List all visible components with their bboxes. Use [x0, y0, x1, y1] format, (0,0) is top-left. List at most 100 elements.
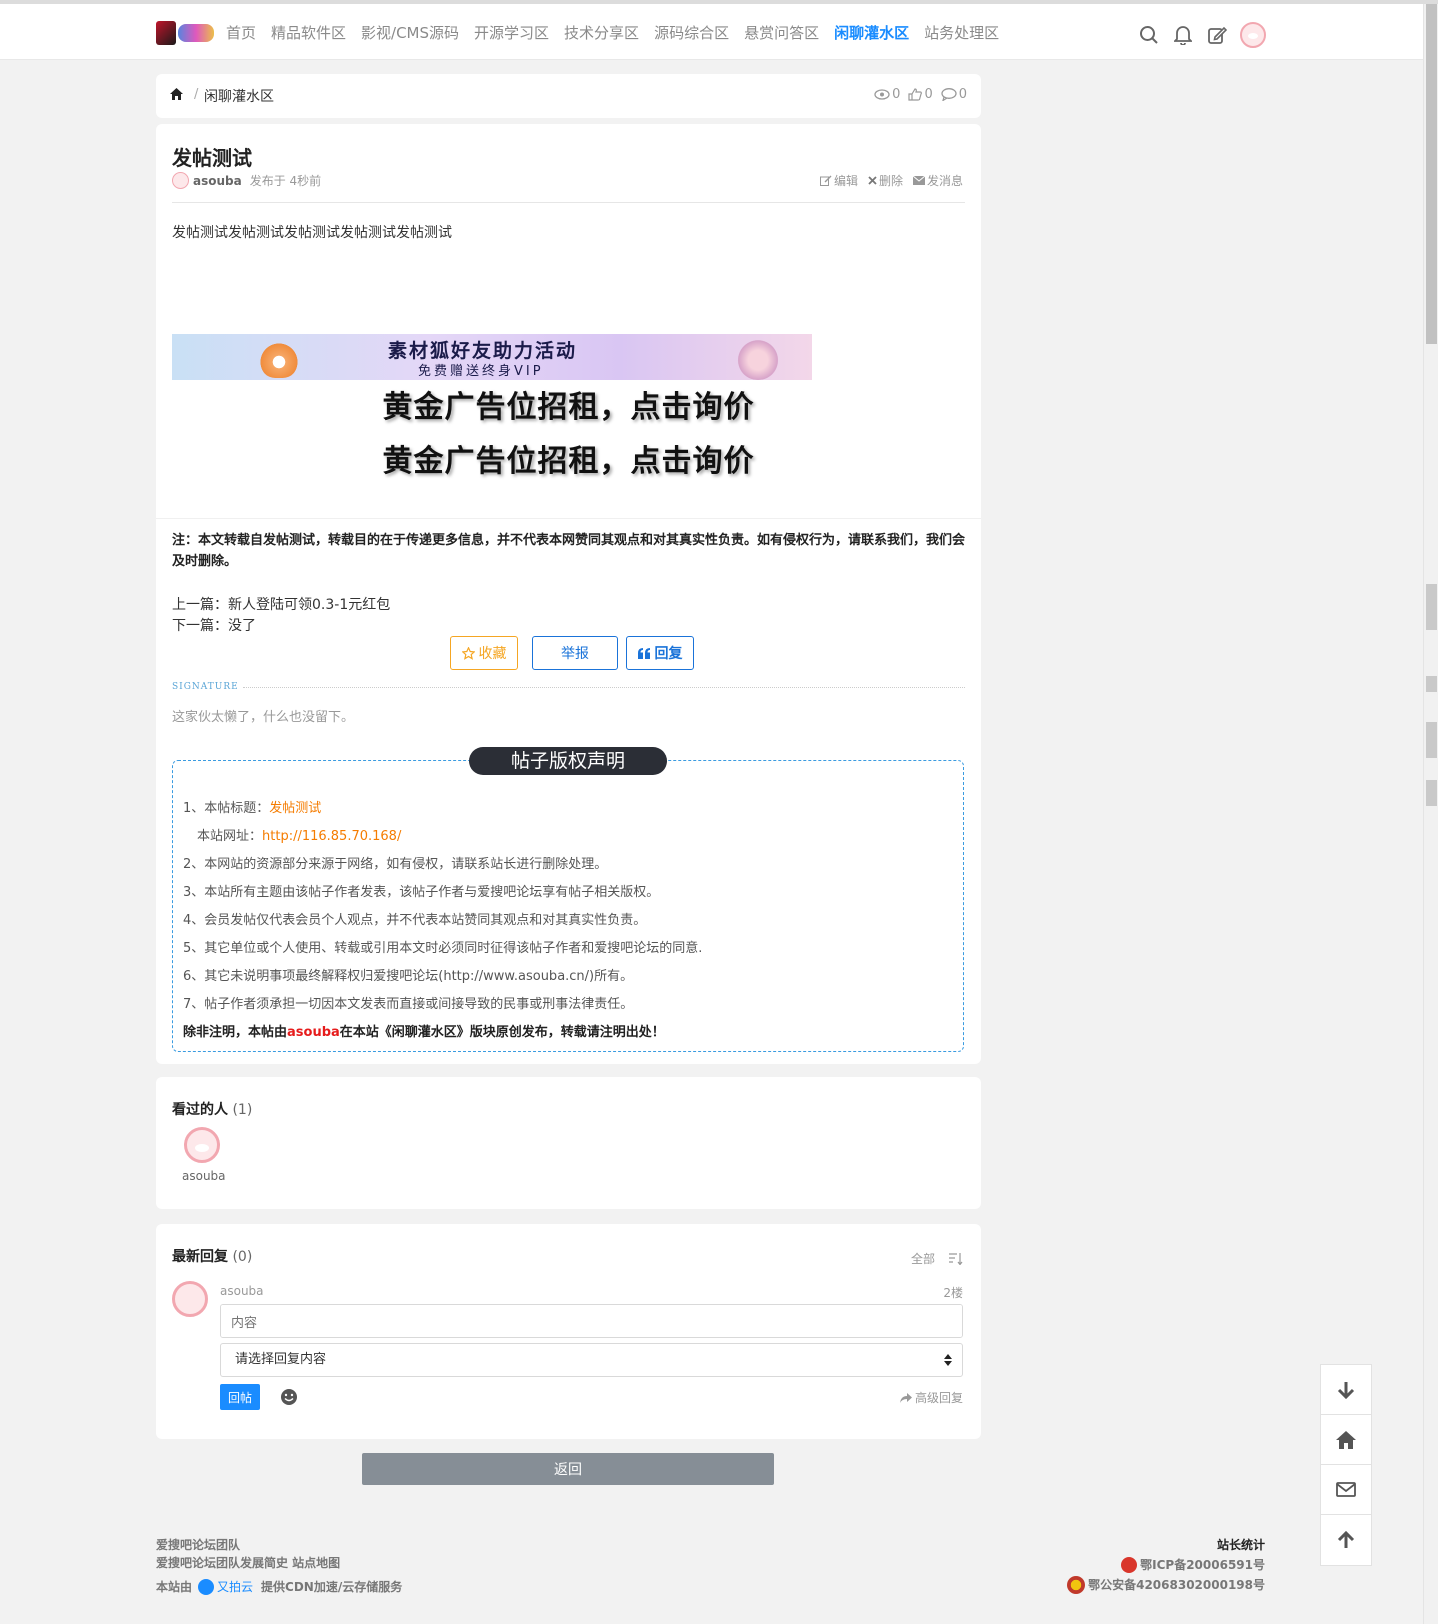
- main-nav: 首页 精品软件区 影视/CMS源码 开源学习区 技术分享区 源码综合区 悬赏问答…: [226, 22, 1014, 44]
- cdn-prefix: 本站由: [156, 1580, 193, 1594]
- nav-site-affairs[interactable]: 站务处理区: [924, 22, 999, 44]
- home-button[interactable]: [1321, 1415, 1371, 1465]
- copyright-final: 除非注明，本帖由asouba在本站《闲聊灌水区》版块原创发布，转载请注明出处！: [183, 1019, 702, 1047]
- reply-content-input[interactable]: [220, 1304, 963, 1338]
- message-link[interactable]: 发消息: [912, 172, 963, 189]
- favorite-button[interactable]: 收藏: [450, 636, 518, 670]
- repost-notice: 注：本文转载自发帖测试，转载目的在于传递更多信息，并不代表本网赞同其观点和对其真…: [172, 533, 966, 569]
- divider: [172, 202, 965, 203]
- nav-cms-source[interactable]: 影视/CMS源码: [361, 22, 459, 44]
- scrollbar-marker: [1426, 780, 1437, 806]
- copyright-title: 帖子版权声明: [469, 747, 667, 775]
- final-text: 在本站《闲聊灌水区》版块原创发布，转载请注明出处！: [339, 1025, 665, 1040]
- scroll-down-button[interactable]: [1321, 1365, 1371, 1415]
- emoji-icon[interactable]: [280, 1388, 298, 1406]
- reply-user-avatar: [172, 1281, 208, 1317]
- nav-software[interactable]: 精品软件区: [271, 22, 346, 44]
- site-stats-link[interactable]: 站长统计: [1067, 1536, 1265, 1554]
- header-tools: [1138, 22, 1266, 48]
- post-meta: asouba 发布于 4秒前: [172, 172, 321, 189]
- scrollbar-marker: [1426, 722, 1437, 758]
- page-scrollbar[interactable]: [1423, 4, 1438, 1624]
- prev-post-link[interactable]: 上一篇：新人登陆可领0.3-1元红包: [172, 594, 390, 614]
- views-count: 0: [892, 87, 901, 102]
- site-url-link[interactable]: http://116.85.70.168/: [262, 829, 401, 844]
- signature-label: SIGNATURE: [172, 682, 239, 692]
- arrow-down-icon: [1337, 1381, 1355, 1399]
- edit-link[interactable]: 编辑: [819, 172, 858, 189]
- nav-home[interactable]: 首页: [226, 22, 256, 44]
- footer-team[interactable]: 爱搜吧论坛团队: [156, 1536, 402, 1554]
- promo-banner[interactable]: 素材狐好友助力活动 免费赠送终身VIP: [172, 334, 812, 380]
- copyright-list: 1、本帖标题：发帖测试 本站网址：http://116.85.70.168/ 2…: [183, 795, 702, 1047]
- ad-slot-1[interactable]: 黄金广告位招租，点击询价: [156, 382, 981, 426]
- nav-source-general[interactable]: 源码综合区: [654, 22, 729, 44]
- author-avatar[interactable]: [172, 172, 189, 189]
- breadcrumb-current[interactable]: 闲聊灌水区: [204, 86, 274, 106]
- likes-stat: 0: [908, 87, 933, 102]
- police-number: 鄂公安备42068302000198号: [1088, 1578, 1265, 1592]
- banner-headline: 素材狐好友助力活动: [388, 340, 578, 362]
- ad-slot-2[interactable]: 黄金广告位招租，点击询价: [156, 436, 981, 480]
- edit-icon[interactable]: [1206, 24, 1228, 46]
- viewer-avatar[interactable]: [184, 1127, 220, 1163]
- site-logo[interactable]: [156, 20, 216, 46]
- nav-qa[interactable]: 悬赏问答区: [744, 22, 819, 44]
- reply-template-select[interactable]: 请选择回复内容: [220, 1343, 963, 1377]
- post-stats: 0 0 0: [866, 87, 967, 102]
- edit-icon: [819, 175, 832, 186]
- back-button[interactable]: 返回: [362, 1453, 774, 1485]
- advanced-reply-link[interactable]: 高级回复: [899, 1389, 963, 1406]
- next-post-link[interactable]: 下一篇：没了: [172, 615, 256, 635]
- home-icon[interactable]: [170, 88, 183, 104]
- sort-icon[interactable]: [949, 1252, 963, 1265]
- favorite-label: 收藏: [478, 646, 507, 662]
- views-stat: 0: [874, 87, 900, 102]
- nav-chat[interactable]: 闲聊灌水区: [834, 22, 909, 44]
- post-actions: 编辑 删除 发消息: [810, 172, 963, 189]
- viewers-card: 看过的人 (1) asouba: [156, 1077, 981, 1209]
- reply-button[interactable]: 回复: [626, 636, 694, 670]
- filter-all[interactable]: 全部: [911, 1250, 935, 1267]
- icp-link[interactable]: 鄂ICP备20006591号: [1067, 1556, 1265, 1574]
- edit-label: 编辑: [833, 174, 858, 188]
- message-label: 发消息: [926, 174, 963, 188]
- viewer-name[interactable]: asouba: [182, 1169, 226, 1183]
- copyright-item: 6、其它未说明事项最终解释权归爱搜吧论坛(http://www.asouba.c…: [183, 969, 634, 984]
- floor-number: 2楼: [943, 1286, 963, 1300]
- divider: [156, 518, 981, 519]
- footer-cdn: 本站由 又拍云 提供CDN加速/云存储服务: [156, 1578, 402, 1596]
- star-icon: [461, 646, 475, 660]
- message-button[interactable]: [1321, 1465, 1371, 1515]
- author-name[interactable]: asouba: [193, 174, 242, 188]
- copyright-item: 4、会员发帖仅代表会员个人观点，并不代表本站赞同其观点和对其真实性负责。: [183, 913, 647, 928]
- police-record-link[interactable]: 鄂公安备42068302000198号: [1067, 1576, 1265, 1594]
- arrow-up-icon: [1337, 1531, 1355, 1548]
- bell-icon[interactable]: [1172, 24, 1194, 46]
- report-button[interactable]: 举报: [532, 636, 618, 670]
- footer-left: 爱搜吧论坛团队 爱搜吧论坛团队发展简史 站点地图 本站由 又拍云 提供CDN加速…: [156, 1536, 402, 1596]
- final-text: 除非注明，本帖由: [183, 1025, 288, 1040]
- copyright-item: 1、本帖标题：发帖测试: [183, 795, 702, 823]
- likes-count: 0: [924, 87, 933, 102]
- delete-label: 删除: [878, 174, 903, 188]
- close-icon: [868, 176, 877, 185]
- nav-open-source[interactable]: 开源学习区: [474, 22, 549, 44]
- search-icon[interactable]: [1138, 24, 1160, 46]
- user-avatar[interactable]: [1240, 22, 1266, 48]
- copyright-item: 3、本站所有主题由该帖子作者发表，该帖子作者与爱搜吧论坛享有帖子相关版权。: [183, 885, 660, 900]
- scrollbar-thumb[interactable]: [1426, 4, 1437, 344]
- footer-links[interactable]: 爱搜吧论坛团队发展简史 站点地图: [156, 1554, 402, 1572]
- nav-tech-share[interactable]: 技术分享区: [564, 22, 639, 44]
- post-title-link[interactable]: 发帖测试: [269, 801, 321, 816]
- select-value: 请选择回复内容: [235, 1352, 327, 1367]
- delete-link[interactable]: 删除: [868, 172, 903, 189]
- scroll-top-button[interactable]: [1321, 1515, 1371, 1565]
- submit-reply-button[interactable]: 回帖: [220, 1384, 260, 1410]
- upyun-link[interactable]: 又拍云: [198, 1578, 253, 1596]
- dotted-rule: [242, 686, 965, 688]
- post-time: 发布于 4秒前: [249, 174, 322, 188]
- quote-icon: [637, 647, 650, 659]
- reply-controls: 全部: [911, 1250, 963, 1267]
- reply-user-name: asouba: [220, 1284, 264, 1298]
